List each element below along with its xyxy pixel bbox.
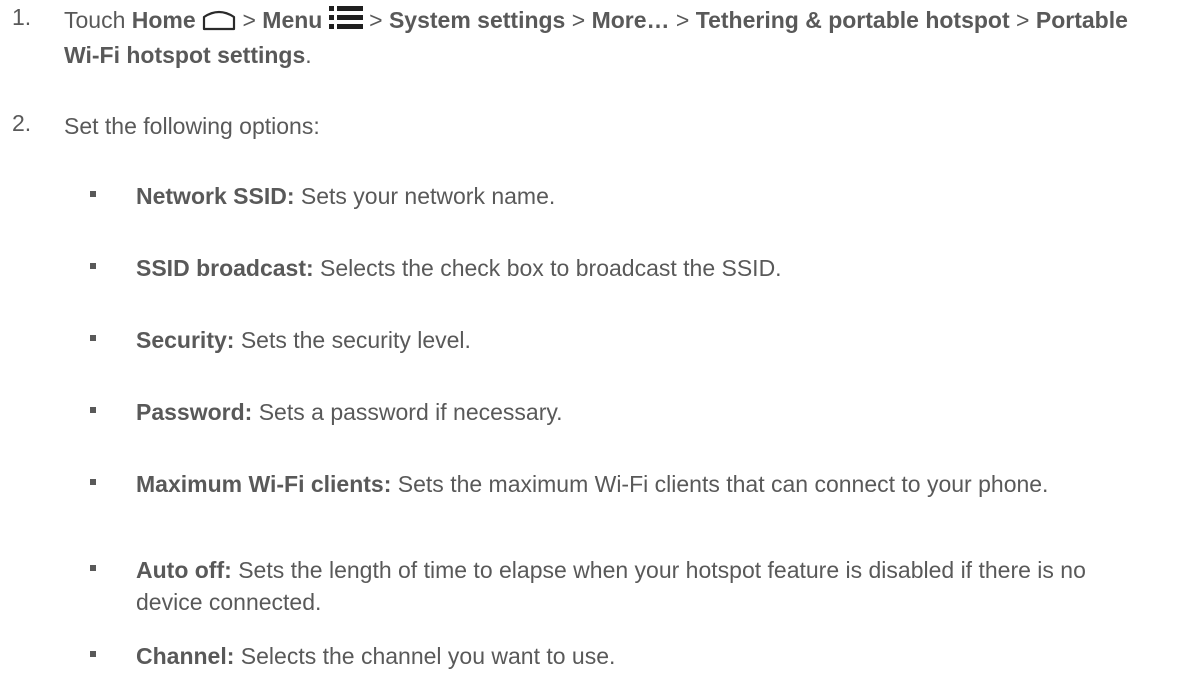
option-term: Maximum Wi-Fi clients: — [136, 471, 392, 497]
document-page: 1. Touch Home > Menu > System settings >… — [0, 0, 1180, 679]
system-settings-label: System settings — [388, 7, 566, 33]
option-term: Password: — [136, 399, 253, 425]
tethering-label: Tethering & portable hotspot — [695, 7, 1010, 33]
option-term: Network SSID: — [136, 183, 295, 209]
bullet-icon — [90, 191, 96, 197]
option-description: Sets the maximum Wi-Fi clients that can … — [397, 471, 1049, 497]
step-2-text: Set the following options: — [64, 113, 320, 139]
menu-icon — [328, 5, 363, 39]
option-description: Sets a password if necessary. — [258, 399, 563, 425]
option-description: Sets the length of time to elapse when y… — [136, 557, 1086, 615]
option-description: Sets the security level. — [240, 327, 471, 353]
option-description: Sets your network name. — [300, 183, 556, 209]
bullet-icon — [90, 407, 96, 413]
step-number: 2. — [12, 110, 32, 136]
option-term: Security: — [136, 327, 235, 353]
bullet-icon — [90, 263, 96, 269]
home-icon — [202, 7, 236, 39]
bullet-icon — [90, 479, 96, 485]
home-label: Home — [131, 7, 196, 33]
bullet-icon — [90, 565, 96, 571]
bullet-icon — [90, 651, 96, 657]
option-term: SSID broadcast: — [136, 255, 314, 281]
step-number: 1. — [12, 4, 32, 30]
option-term: Auto off: — [136, 557, 232, 583]
step-1-text: Touch Home > Menu > System settings > Mo… — [64, 5, 1128, 68]
option-description: Selects the check box to broadcast the S… — [320, 255, 782, 281]
bullet-icon — [90, 335, 96, 341]
option-description: Selects the channel you want to use. — [240, 643, 616, 669]
menu-label: Menu — [262, 7, 323, 33]
more-label: More… — [591, 7, 670, 33]
option-term: Channel: — [136, 643, 235, 669]
